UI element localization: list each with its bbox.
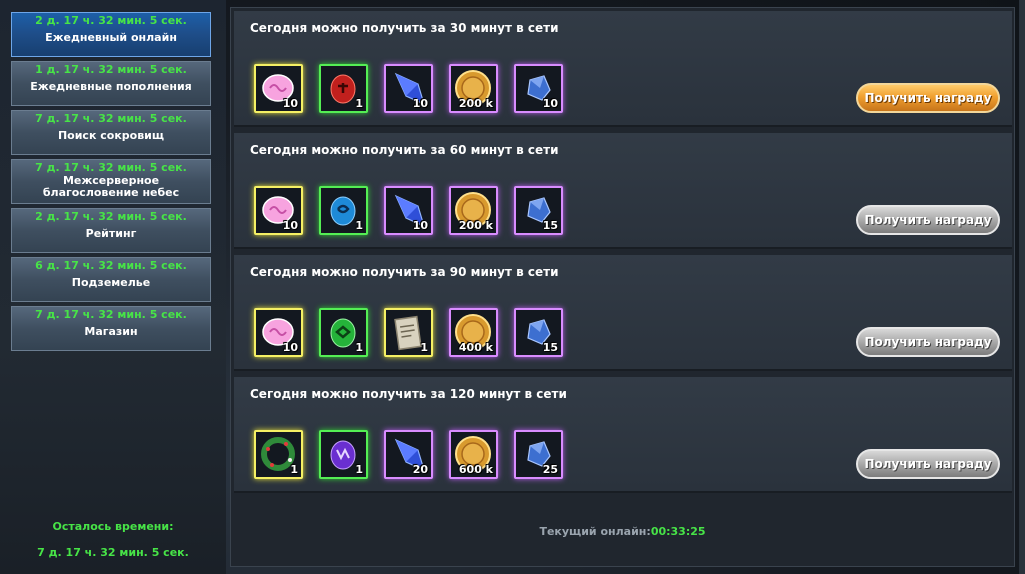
sidebar-item-treasure-hunt[interactable]: 7 д. 17 ч. 32 мин. 5 сек. Поиск сокровищ: [11, 110, 211, 155]
scrollbar[interactable]: [1019, 0, 1025, 574]
reward-slot-blue-crystal[interactable]: 20: [384, 430, 433, 479]
sidebar-item-timer: 2 д. 17 ч. 32 мин. 5 сек.: [35, 14, 187, 27]
reward-qty: 200 k: [458, 97, 493, 110]
reward-qty: 600 k: [458, 463, 493, 476]
current-online-value: 00:33:25: [650, 525, 706, 538]
reward-qty: 10: [542, 97, 558, 110]
claim-reward-button[interactable]: Получить награду: [856, 327, 1000, 357]
sidebar-item-timer: 2 д. 17 ч. 32 мин. 5 сек.: [35, 210, 187, 223]
reward-slot-gold-coin[interactable]: 400 k: [449, 308, 498, 357]
reward-qty: 1: [355, 341, 363, 354]
reward-qty: 25: [542, 463, 558, 476]
sidebar-item-daily-topup[interactable]: 1 д. 17 ч. 32 мин. 5 сек. Ежедневные поп…: [11, 61, 211, 106]
claim-reward-button[interactable]: Получить награду: [856, 205, 1000, 235]
reward-qty: 200 k: [458, 219, 493, 232]
reward-slot-blue-ore[interactable]: 25: [514, 430, 563, 479]
reward-qty: 1: [355, 463, 363, 476]
reward-slot-blue-crystal[interactable]: 10: [384, 64, 433, 113]
reward-row-title: Сегодня можно получить за 90 минут в сет…: [250, 265, 559, 279]
current-online-status: Текущий онлайн:00:33:25: [231, 525, 1014, 538]
reward-qty: 15: [542, 341, 558, 354]
claim-reward-button[interactable]: Получить награду: [856, 83, 1000, 113]
sidebar-item-timer: 7 д. 17 ч. 32 мин. 5 сек.: [35, 161, 187, 174]
reward-qty: 15: [542, 219, 558, 232]
sidebar-item-label: Подземелье: [71, 276, 151, 289]
sidebar-item-timer: 7 д. 17 ч. 32 мин. 5 сек.: [35, 112, 187, 125]
sidebar-item-daily-online[interactable]: 2 д. 17 ч. 32 мин. 5 сек. Ежедневный онл…: [11, 12, 211, 57]
reward-row-title: Сегодня можно получить за 30 минут в сет…: [250, 21, 559, 35]
reward-slot-pink-gem[interactable]: 10: [254, 186, 303, 235]
reward-slot-blue-ore[interactable]: 15: [514, 186, 563, 235]
sidebar-item-timer: 1 д. 17 ч. 32 мин. 5 сек.: [35, 63, 187, 76]
sidebar-item-label: Рейтинг: [85, 227, 137, 240]
reward-qty: 1: [420, 341, 428, 354]
rewards-panel: Сегодня можно получить за 30 минут в сет…: [230, 7, 1015, 567]
remaining-time-label: Осталось времени:: [52, 520, 174, 533]
reward-slot-pink-gem[interactable]: 10: [254, 64, 303, 113]
sidebar-item-rating[interactable]: 2 д. 17 ч. 32 мин. 5 сек. Рейтинг: [11, 208, 211, 253]
reward-slot-gold-coin[interactable]: 200 k: [449, 64, 498, 113]
reward-slot-pink-gem[interactable]: 10: [254, 308, 303, 357]
reward-qty: 400 k: [458, 341, 493, 354]
reward-row-120min: Сегодня можно получить за 120 минут в се…: [234, 377, 1012, 493]
reward-slot-red-rune[interactable]: 1: [319, 64, 368, 113]
sidebar-item-label-line2: благословение небес: [42, 186, 180, 199]
reward-qty: 1: [290, 463, 298, 476]
reward-row-30min: Сегодня можно получить за 30 минут в сет…: [234, 11, 1012, 127]
reward-row-title: Сегодня можно получить за 60 минут в сет…: [250, 143, 559, 157]
sidebar-item-timer: 7 д. 17 ч. 32 мин. 5 сек.: [35, 308, 187, 321]
reward-slot-scroll[interactable]: 1: [384, 308, 433, 357]
reward-row-60min: Сегодня можно получить за 60 минут в сет…: [234, 133, 1012, 249]
reward-slot-green-rune[interactable]: 1: [319, 308, 368, 357]
sidebar: 2 д. 17 ч. 32 мин. 5 сек. Ежедневный онл…: [0, 0, 226, 574]
reward-row-title: Сегодня можно получить за 120 минут в се…: [250, 387, 567, 401]
reward-slot-blue-ore[interactable]: 15: [514, 308, 563, 357]
reward-qty: 1: [355, 97, 363, 110]
current-online-label: Текущий онлайн:: [539, 525, 651, 538]
remaining-time-value: 7 д. 17 ч. 32 мин. 5 сек.: [37, 546, 189, 559]
reward-qty: 10: [412, 219, 428, 232]
sidebar-item-timer: 6 д. 17 ч. 32 мин. 5 сек.: [35, 259, 187, 272]
reward-qty: 10: [282, 341, 298, 354]
sidebar-item-label: Ежедневный онлайн: [45, 31, 177, 44]
reward-slot-blue-rune[interactable]: 1: [319, 186, 368, 235]
reward-slot-blue-ore[interactable]: 10: [514, 64, 563, 113]
sidebar-item-shop[interactable]: 7 д. 17 ч. 32 мин. 5 сек. Магазин: [11, 306, 211, 351]
reward-row-90min: Сегодня можно получить за 90 минут в сет…: [234, 255, 1012, 371]
reward-slot-wreath[interactable]: 1: [254, 430, 303, 479]
sidebar-item-label: Ежедневные пополнения: [30, 80, 192, 93]
sidebar-item-cross-server-blessing[interactable]: 7 д. 17 ч. 32 мин. 5 сек. Межсерверное б…: [11, 159, 211, 204]
reward-qty: 10: [282, 97, 298, 110]
reward-qty: 20: [412, 463, 428, 476]
sidebar-item-dungeon[interactable]: 6 д. 17 ч. 32 мин. 5 сек. Подземелье: [11, 257, 211, 302]
reward-qty: 1: [355, 219, 363, 232]
reward-slot-purple-rune[interactable]: 1: [319, 430, 368, 479]
sidebar-item-label: Поиск сокровищ: [57, 129, 165, 142]
reward-slot-gold-coin[interactable]: 600 k: [449, 430, 498, 479]
claim-reward-button[interactable]: Получить награду: [856, 449, 1000, 479]
reward-qty: 10: [412, 97, 428, 110]
reward-qty: 10: [282, 219, 298, 232]
reward-slot-blue-crystal[interactable]: 10: [384, 186, 433, 235]
sidebar-item-label: Магазин: [84, 325, 138, 338]
reward-slot-gold-coin[interactable]: 200 k: [449, 186, 498, 235]
